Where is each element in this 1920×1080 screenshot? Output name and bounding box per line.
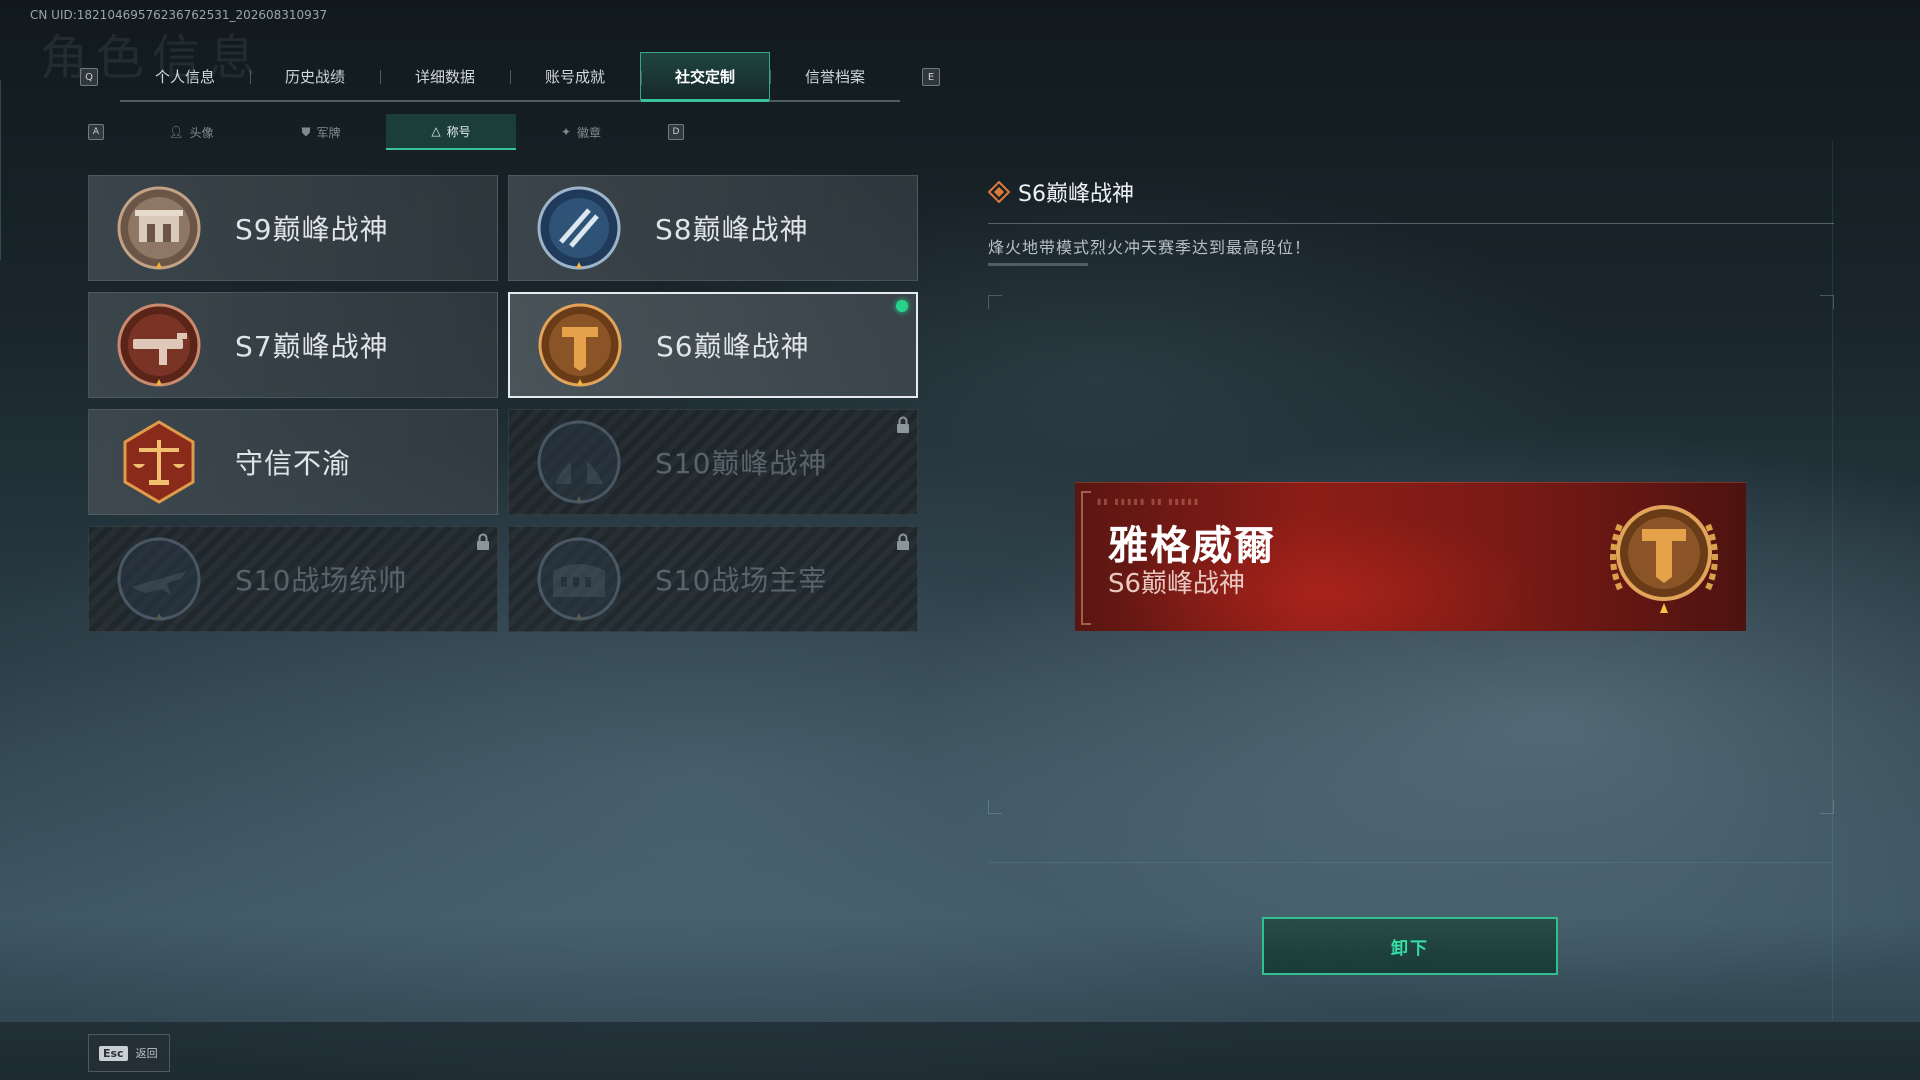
frame-corner — [988, 295, 1002, 309]
banner-decor-text: ▮▮ ▮▮▮▮▮ ▮▮ ▮▮▮▮▮ — [1097, 497, 1201, 506]
title-label: S9巅峰战神 — [235, 213, 389, 246]
t-emblem-badge-icon — [1610, 505, 1718, 613]
subtab-avatar[interactable]: 👤︎ 头像 — [126, 114, 256, 150]
frame-corner — [988, 800, 1002, 814]
bottom-bar — [0, 1022, 1920, 1080]
tab-match-history[interactable]: 历史战绩 — [250, 52, 380, 100]
unequip-button[interactable]: 卸下 — [1262, 917, 1558, 975]
title-grid: S9巅峰战神 S8巅峰战神 S7巅峰战神 S6巅峰战神 守信不渝 S10巅峰战神 — [88, 175, 918, 632]
back-label: 返回 — [135, 1047, 158, 1060]
equipped-indicator-icon — [896, 300, 908, 312]
title-card-s6[interactable]: S6巅峰战神 — [508, 292, 918, 398]
title-card-s9[interactable]: S9巅峰战神 — [88, 175, 498, 281]
dogtag-icon: ⛊ — [301, 124, 311, 139]
title-label: S10战场主宰 — [655, 564, 828, 597]
esc-key: Esc — [99, 1045, 128, 1061]
subtab-avatar-label: 头像 — [189, 125, 214, 140]
detail-title: S6巅峰战神 — [1018, 182, 1134, 207]
lock-icon — [897, 416, 909, 433]
divider — [988, 263, 1088, 266]
jet-badge-icon — [111, 531, 207, 627]
person-icon: 👤︎ — [168, 125, 184, 139]
title-label: 守信不渝 — [235, 447, 352, 480]
hud-line — [0, 80, 1, 260]
back-button[interactable]: Esc 返回 — [88, 1034, 170, 1072]
title-label: S6巅峰战神 — [656, 330, 810, 363]
subtab-title-label: 称号 — [446, 124, 471, 139]
subtab-medal[interactable]: ✦ 徽章 — [516, 114, 646, 150]
subtab-medal-label: 徽章 — [577, 125, 602, 140]
tab-social-customization[interactable]: 社交定制 — [640, 52, 770, 102]
striped-shield-badge-icon — [531, 180, 627, 276]
subtab-prev-key[interactable]: A — [88, 124, 104, 140]
title-label: S8巅峰战神 — [655, 213, 809, 246]
title-card-s10-dominator[interactable]: S10战场主宰 — [508, 526, 918, 632]
divider — [988, 223, 1834, 224]
scales-badge-icon — [111, 414, 207, 510]
title-label: S10战场统帅 — [235, 564, 408, 597]
frame-corner — [1820, 295, 1834, 309]
title-card-s8[interactable]: S8巅峰战神 — [508, 175, 918, 281]
diamond-icon — [988, 181, 1010, 203]
hud-line — [1832, 140, 1833, 1020]
t-emblem-badge-icon — [532, 297, 628, 393]
banner-title: S6巅峰战神 — [1108, 569, 1246, 599]
tab-personal-info[interactable]: 个人信息 — [120, 52, 250, 100]
sub-tabs-row: 👤︎ 头像 ⛊ 军牌 △ 称号 ✦ 徽章 — [126, 114, 646, 150]
triangle-title-icon: △ — [431, 124, 441, 138]
top-tab-bar: Q 个人信息 历史战绩 详细数据 账号成就 社交定制 信誉档案 E — [80, 52, 940, 102]
tab-next-key[interactable]: E — [922, 68, 940, 86]
title-card-s10-peak[interactable]: S10巅峰战神 — [508, 409, 918, 515]
rifle-badge-icon — [111, 297, 207, 393]
tab-prev-key[interactable]: Q — [80, 68, 98, 86]
monument-badge-icon — [531, 414, 627, 510]
colosseum-badge-icon — [531, 531, 627, 627]
subtab-dogtag-label: 军牌 — [316, 125, 341, 140]
title-card-s7[interactable]: S7巅峰战神 — [88, 292, 498, 398]
detail-description: 烽火地带模式烈火冲天赛季达到最高段位！ — [988, 238, 1312, 257]
sub-tab-bar: A 👤︎ 头像 ⛊ 军牌 △ 称号 ✦ 徽章 D — [88, 114, 684, 150]
tab-credit-record[interactable]: 信誉档案 — [770, 52, 900, 100]
title-label: S10巅峰战神 — [655, 447, 828, 480]
top-tabs-row: 个人信息 历史战绩 详细数据 账号成就 社交定制 信誉档案 — [120, 52, 900, 102]
medal-icon: ✦ — [560, 125, 572, 139]
hud-line — [988, 862, 1834, 863]
title-card-s10-commander[interactable]: S10战场统帅 — [88, 526, 498, 632]
detail-header: S6巅峰战神 — [988, 176, 1134, 208]
gate-badge-icon — [111, 180, 207, 276]
lock-icon — [897, 533, 909, 550]
subtab-next-key[interactable]: D — [668, 124, 684, 140]
frame-corner — [1820, 800, 1834, 814]
subtab-title[interactable]: △ 称号 — [386, 114, 516, 150]
title-label: S7巅峰战神 — [235, 330, 389, 363]
tab-detailed-data[interactable]: 详细数据 — [380, 52, 510, 100]
tab-achievements[interactable]: 账号成就 — [510, 52, 640, 100]
subtab-dogtag[interactable]: ⛊ 军牌 — [256, 114, 386, 150]
nameplate-preview: ▮▮ ▮▮▮▮▮ ▮▮ ▮▮▮▮▮ 雅格威爾 S6巅峰战神 — [1075, 482, 1746, 631]
title-card-keep-faith[interactable]: 守信不渝 — [88, 409, 498, 515]
lock-icon — [477, 533, 489, 550]
